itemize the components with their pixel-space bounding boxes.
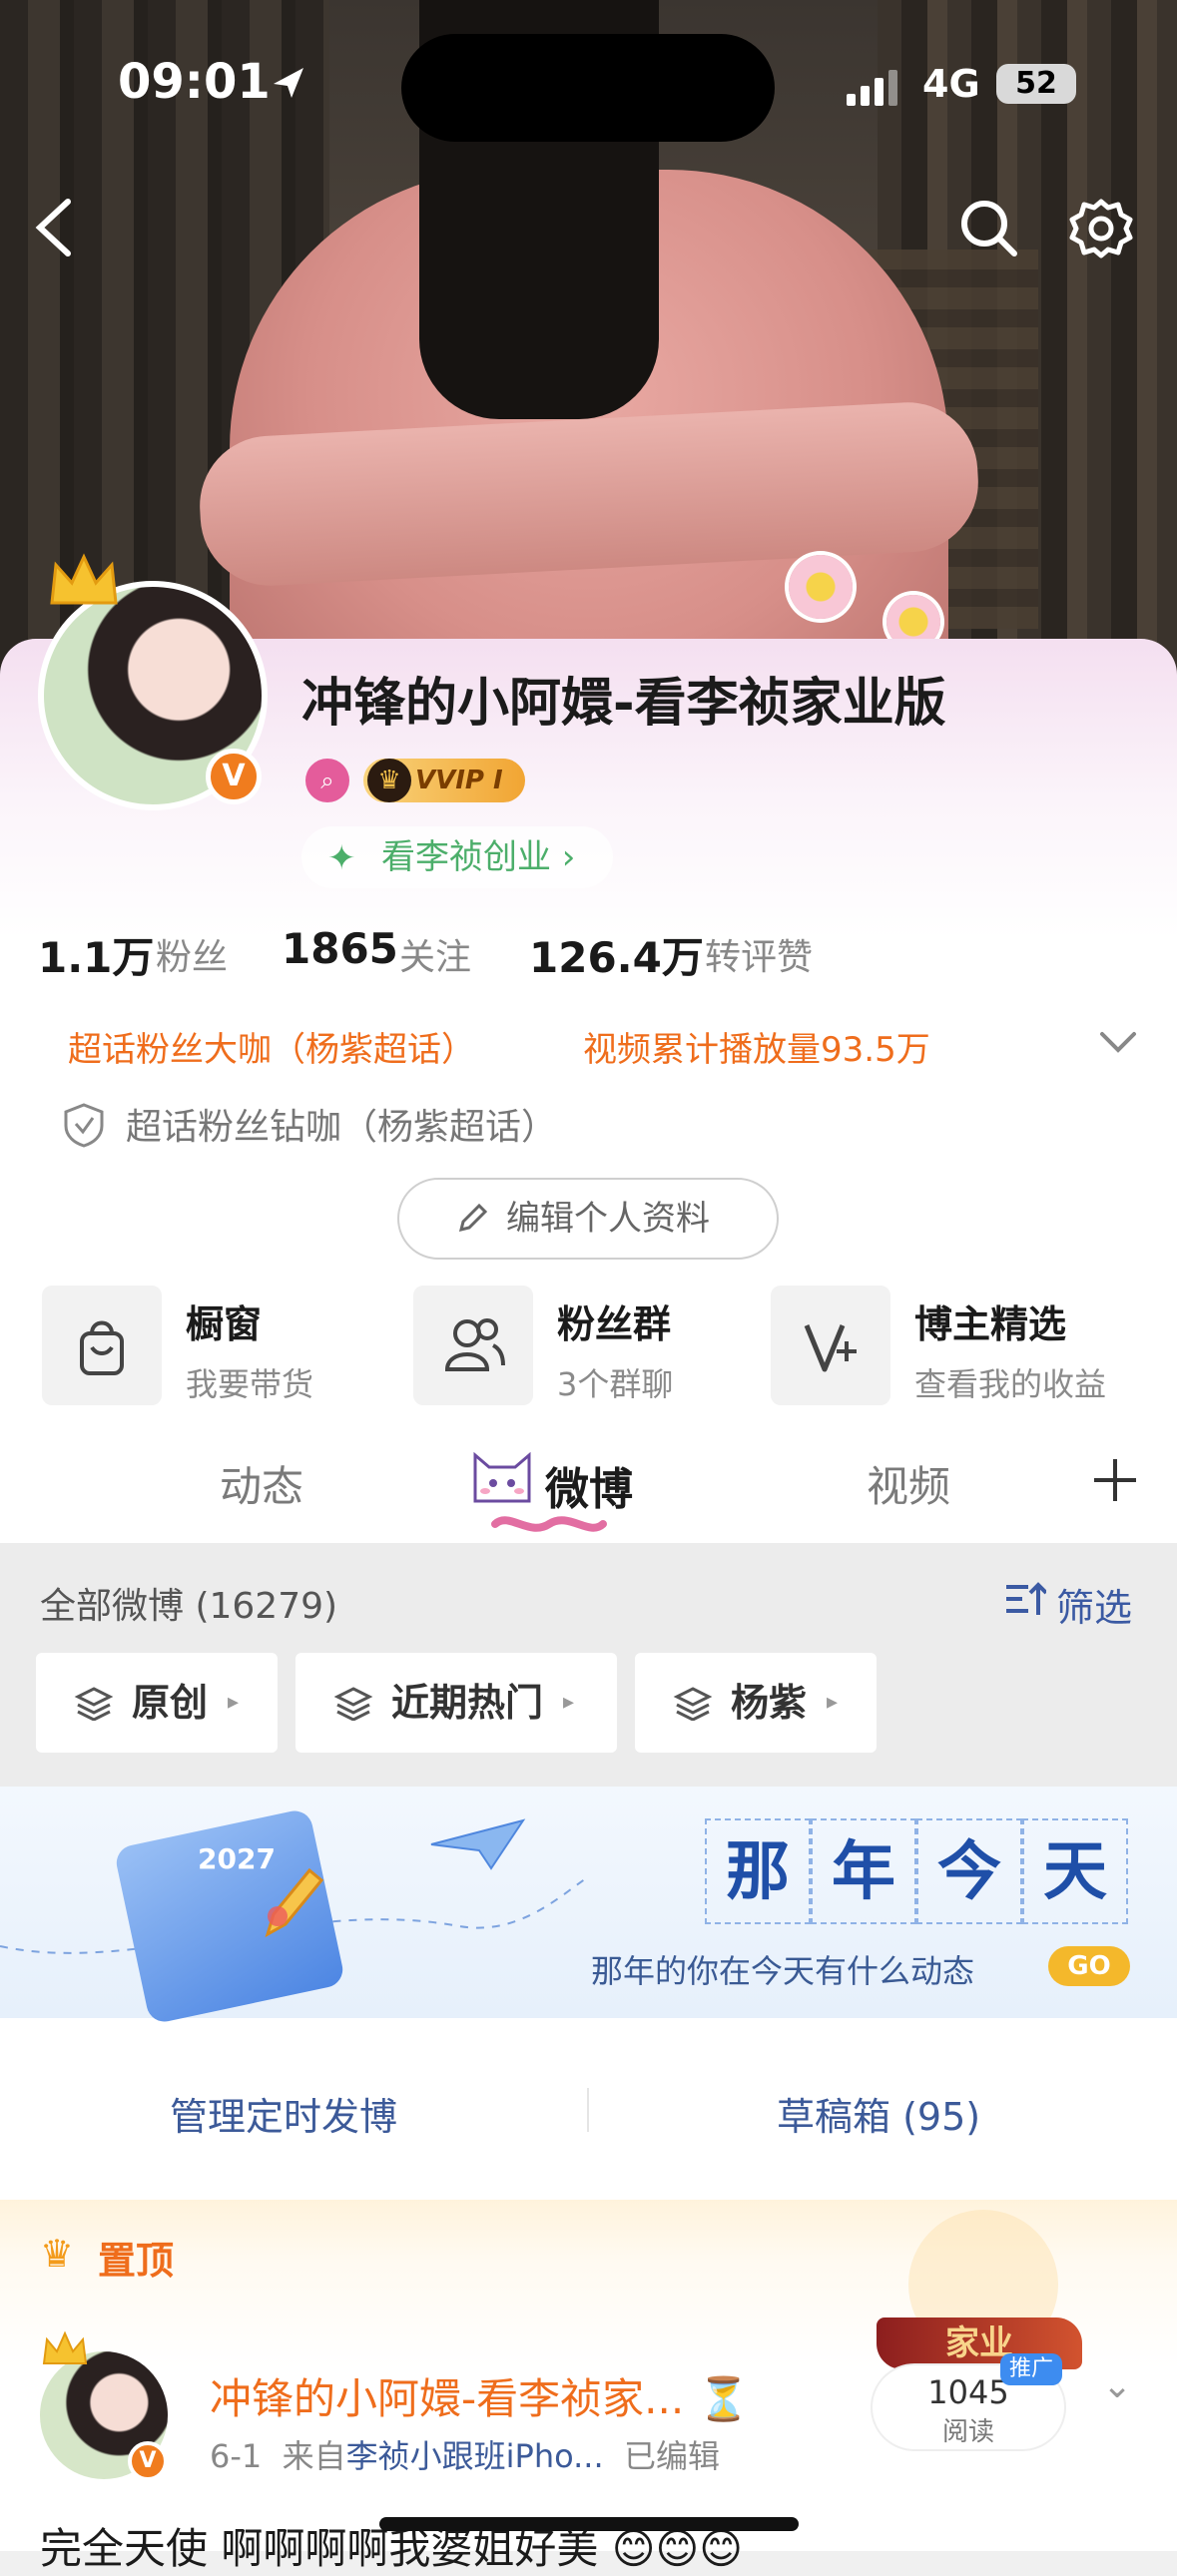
- promote-badge[interactable]: 推广: [1000, 2353, 1062, 2385]
- shop-window-tile[interactable]: [42, 1286, 162, 1405]
- layers-icon: [333, 1687, 373, 1721]
- verified-v-badge: V: [206, 749, 262, 804]
- chevron-down-icon[interactable]: ⌄: [1102, 2365, 1132, 2406]
- triangle-right-icon: ▸: [563, 1690, 575, 1715]
- crown-icon: [42, 2330, 88, 2364]
- shield-icon: [64, 1103, 104, 1148]
- likes-label: 转评赞: [705, 937, 814, 978]
- post-date: 6-1: [210, 2437, 263, 2475]
- triangle-right-icon: ▸: [228, 1690, 240, 1715]
- paper-plane-icon: [430, 1818, 526, 1870]
- banner-char-box: 那: [705, 1818, 811, 1924]
- home-indicator: [379, 2517, 799, 2531]
- read-label: 阅读: [941, 2417, 994, 2447]
- vvip-crown-icon: ♛: [367, 759, 411, 802]
- crown-icon: [50, 553, 118, 605]
- crown-icon: ♛: [40, 2232, 75, 2276]
- pill-original[interactable]: 原创 ▸: [36, 1653, 278, 1753]
- filter-button[interactable]: 筛选: [1056, 1577, 1132, 1632]
- status-time: 09:01: [118, 54, 271, 110]
- post-meta: 6-1 来自李祯小跟班iPho... 已编辑: [210, 2431, 720, 2477]
- cat-mascot-icon: [473, 1451, 531, 1503]
- super-topic-badge-icon[interactable]: ⌕: [305, 759, 349, 802]
- bag-icon: [80, 1320, 124, 1375]
- post-from-label: 来自: [282, 2437, 346, 2475]
- pill-recent-hot-label: 近期热门: [391, 1681, 544, 1725]
- drafts-link[interactable]: 草稿箱 (95): [777, 2086, 980, 2141]
- add-tab-plus-icon[interactable]: [1090, 1455, 1140, 1505]
- banner-subtitle: 那年的你在今天有什么动态: [591, 1952, 975, 1990]
- post-source[interactable]: 李祯小跟班iPho...: [346, 2437, 604, 2475]
- pencil-icon: [458, 1203, 488, 1233]
- layers-icon: [74, 1687, 114, 1721]
- dynamic-island: [401, 34, 775, 142]
- pinned-label: 置顶: [98, 2239, 175, 2283]
- search-icon[interactable]: [956, 196, 1020, 259]
- scheduled-posts-link[interactable]: 管理定时发博: [170, 2086, 397, 2141]
- verified-v-badge: V: [128, 2441, 168, 2481]
- pencil-illustration-icon: [265, 1867, 324, 1938]
- settings-gear-icon[interactable]: [1068, 196, 1134, 261]
- signal-icon: [847, 70, 897, 106]
- chevron-down-icon[interactable]: [1098, 1028, 1138, 1058]
- go-button[interactable]: GO: [1048, 1946, 1130, 1986]
- honor-super-fan[interactable]: 超话粉丝大咖（杨紫超话）: [68, 1022, 475, 1071]
- tab-active-indicator: [491, 1516, 607, 1532]
- tab-dynamic[interactable]: 动态: [220, 1453, 303, 1514]
- following-label: 关注: [399, 937, 472, 978]
- profile-name: 冲锋的小阿嬛-看李祯家业版: [301, 674, 946, 734]
- v-plus-icon: [804, 1324, 857, 1372]
- fans-label: 粉丝: [156, 937, 229, 978]
- back-icon[interactable]: [30, 196, 76, 259]
- feature-title-shop[interactable]: 橱窗: [186, 1293, 262, 1348]
- following-count[interactable]: 1865: [282, 924, 398, 973]
- feature-sub-blogger-select: 查看我的收益: [914, 1365, 1107, 1403]
- all-weibo-count: 全部微博 (16279): [40, 1586, 338, 1627]
- pill-yangzi[interactable]: 杨紫 ▸: [635, 1653, 877, 1753]
- pill-original-label: 原创: [132, 1681, 209, 1725]
- pill-recent-hot[interactable]: 近期热门 ▸: [295, 1653, 617, 1753]
- banner-char-box: 今: [916, 1818, 1022, 1924]
- likes-count[interactable]: 126.4万: [529, 924, 704, 985]
- honor-diamond-fan[interactable]: 超话粉丝钻咖（杨紫超话）: [126, 1098, 557, 1150]
- network-label: 4G: [922, 62, 980, 106]
- divider: [587, 2088, 589, 2132]
- battery-icon: 52: [996, 64, 1076, 104]
- fan-group-tile[interactable]: [413, 1286, 533, 1405]
- location-arrow-icon: [274, 68, 303, 98]
- filter-icon[interactable]: [1002, 1579, 1046, 1623]
- pill-yangzi-label: 杨紫: [731, 1681, 808, 1725]
- feature-title-fan-group[interactable]: 粉丝群: [557, 1293, 671, 1348]
- layers-icon: [673, 1687, 713, 1721]
- feature-sub-fan-group: 3个群聊: [557, 1365, 674, 1403]
- flower-sticker: [789, 555, 853, 619]
- triangle-right-icon: ▸: [827, 1690, 839, 1715]
- banner-char-box: 年: [811, 1818, 916, 1924]
- rocket-person-icon: ✦: [327, 838, 356, 878]
- post-author-name[interactable]: 冲锋的小阿嬛-看李祯家... ⏳: [210, 2365, 750, 2426]
- post-edited: 已编辑: [623, 2437, 720, 2475]
- feature-title-blogger-select[interactable]: 博主精选: [914, 1293, 1066, 1348]
- group-icon: [444, 1318, 505, 1371]
- feature-sub-shop: 我要带货: [186, 1365, 314, 1403]
- fans-count[interactable]: 1.1万: [38, 924, 154, 985]
- honor-video-plays[interactable]: 视频累计播放量93.5万: [583, 1022, 930, 1071]
- banner-char-box: 天: [1022, 1818, 1128, 1924]
- tab-video[interactable]: 视频: [867, 1453, 950, 1514]
- blogger-select-tile[interactable]: [771, 1286, 890, 1405]
